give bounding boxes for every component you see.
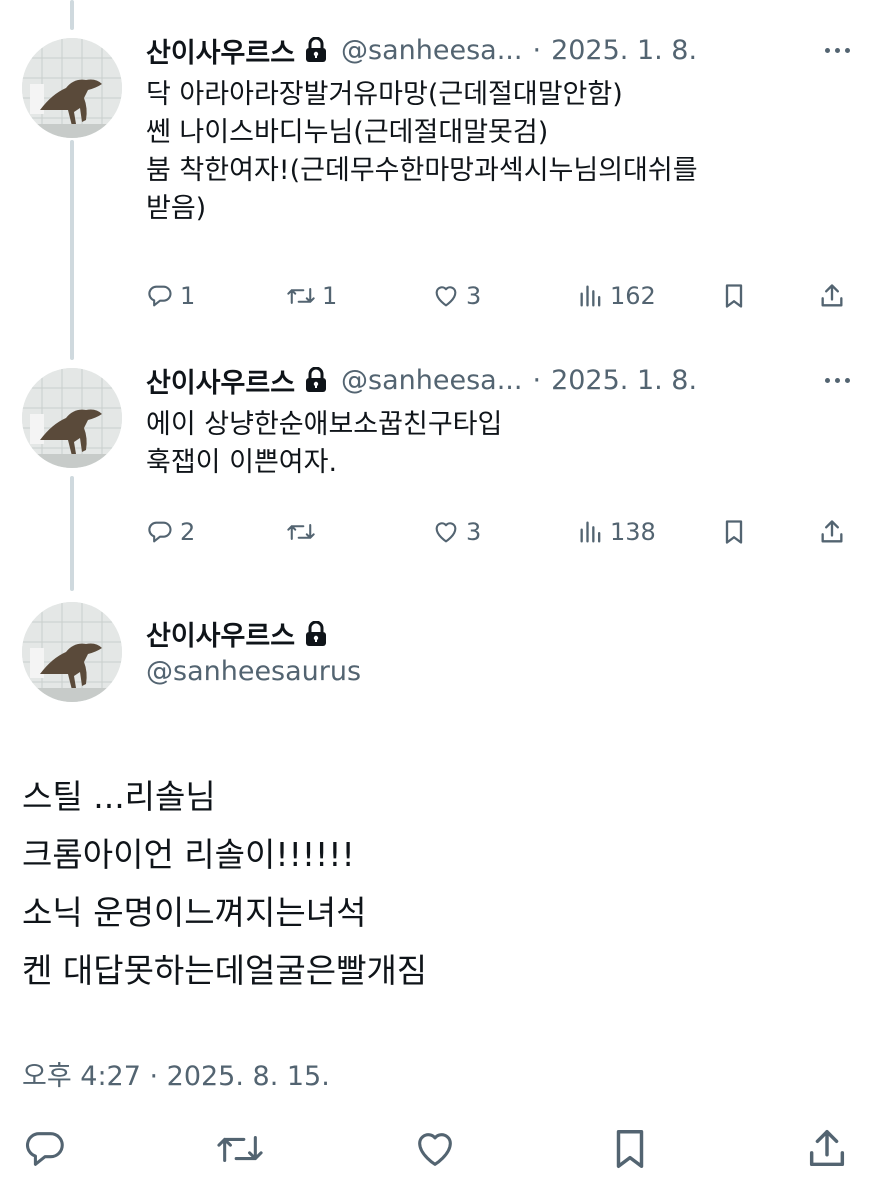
views-icon	[580, 285, 601, 307]
lock-icon	[305, 620, 327, 647]
tweet-text: 에이 상냥한순애보소꿉친구타입 훅잽이 이쁜여자.	[146, 406, 832, 482]
bookmark-icon	[725, 284, 743, 308]
like-button[interactable]: 3	[432, 282, 481, 310]
bookmark-button[interactable]	[610, 1126, 650, 1172]
display-name[interactable]: 산이사우르스	[146, 361, 295, 400]
share-button[interactable]	[818, 518, 846, 546]
share-button[interactable]	[818, 282, 846, 310]
tweet-line: 크롬아이언 리솔이!!!!!!	[22, 835, 355, 874]
avatar[interactable]	[22, 602, 122, 702]
retweet-icon	[287, 288, 315, 304]
bookmark-icon	[725, 520, 743, 544]
heart-icon	[418, 1133, 452, 1166]
share-icon	[809, 1130, 845, 1167]
tweet-line: 붐 착한여자!(근데무수한마망과섹시누님의대쉬를	[146, 155, 698, 186]
retweet-button[interactable]	[214, 1126, 266, 1172]
tweet-date[interactable]: 2025. 1. 8.	[551, 35, 697, 66]
heart-icon	[435, 286, 457, 307]
reply-icon	[148, 521, 172, 543]
tweet-line: 에이 상냥한순애보소꿉친구타입	[146, 409, 503, 440]
user-handle[interactable]: @sanheesa...	[341, 365, 522, 396]
reply-icon	[25, 1132, 64, 1166]
retweet-button[interactable]: 1	[286, 282, 337, 310]
like-button[interactable]	[412, 1126, 458, 1172]
tweet-text: 닥 아라아라장발거유마망(근데절대말안함) 쎈 나이스바디누님(근데절대말못검)…	[146, 76, 832, 228]
action-bar: 2 3 138	[146, 514, 852, 550]
views-button[interactable]: 162	[578, 282, 656, 310]
like-button[interactable]: 3	[432, 518, 481, 546]
main-action-bar	[0, 1126, 872, 1176]
view-count: 162	[610, 282, 656, 310]
reply-button[interactable]	[22, 1126, 68, 1172]
tweet-line: 켄 대답못하는데얼굴은빨개짐	[22, 951, 428, 990]
main-tweet-text: 스틸 ...리솔님 크롬아이언 리솔이!!!!!! 소닉 운명이느껴지는녀석 켄…	[22, 768, 427, 1000]
reply-count: 1	[180, 282, 196, 310]
tweet-line: 쎈 나이스바디누님(근데절대말못검)	[146, 117, 549, 148]
retweet-count: 1	[322, 282, 338, 310]
tweet-line: 받음)	[146, 193, 207, 224]
more-icon[interactable]	[825, 364, 850, 396]
tweet-header: 산이사우르스 @sanheesa... · 2025. 1. 8.	[146, 360, 872, 400]
lock-icon	[305, 37, 327, 63]
share-icon	[821, 284, 843, 307]
tweet[interactable]: 산이사우르스 @sanheesa... · 2025. 1. 8. 에이 상냥한…	[0, 360, 872, 590]
user-handle[interactable]: @sanheesaurus	[146, 656, 361, 687]
reply-icon	[148, 285, 172, 307]
separator: ·	[532, 34, 542, 66]
separator: ·	[532, 364, 542, 396]
view-count: 138	[610, 518, 656, 546]
retweet-icon	[287, 524, 315, 540]
tweet-date[interactable]: 2025. 1. 8.	[551, 365, 697, 396]
views-icon	[580, 521, 601, 543]
avatar[interactable]	[22, 38, 122, 138]
retweet-icon	[217, 1135, 263, 1163]
tweet-header: 산이사우르스 @sanheesa... · 2025. 1. 8.	[146, 30, 872, 70]
bookmark-button[interactable]	[722, 282, 746, 310]
bookmark-button[interactable]	[722, 518, 746, 546]
main-display-name: 산이사우르스	[146, 614, 327, 653]
views-button[interactable]: 138	[578, 518, 656, 546]
tweet-timestamp[interactable]: 오후 4:27 · 2025. 8. 15.	[22, 1054, 330, 1093]
more-icon[interactable]	[825, 34, 850, 66]
action-bar: 1 1 3 162	[146, 278, 852, 314]
lock-icon	[305, 367, 327, 393]
retweet-button[interactable]	[286, 518, 322, 546]
tweet[interactable]: 산이사우르스 @sanheesa... · 2025. 1. 8. 닥 아라아라…	[0, 30, 872, 360]
thread-line	[70, 0, 74, 30]
tweet-line: 닥 아라아라장발거유마망(근데절대말안함)	[146, 79, 623, 110]
reply-button[interactable]: 2	[146, 518, 195, 546]
user-handle[interactable]: @sanheesa...	[341, 35, 522, 66]
share-icon	[821, 520, 843, 543]
reply-count: 2	[180, 518, 196, 546]
display-name[interactable]: 산이사우르스	[146, 614, 295, 653]
display-name[interactable]: 산이사우르스	[146, 31, 295, 70]
tweet-line: 스틸 ...리솔님	[22, 777, 216, 816]
avatar[interactable]	[22, 368, 122, 468]
tweet-line: 훅잽이 이쁜여자.	[146, 447, 338, 478]
heart-icon	[435, 522, 457, 543]
tweet-line: 소닉 운명이느껴지는녀석	[22, 893, 367, 932]
reply-button[interactable]: 1	[146, 282, 195, 310]
like-count: 3	[466, 282, 482, 310]
share-button[interactable]	[804, 1126, 850, 1172]
like-count: 3	[466, 518, 482, 546]
bookmark-icon	[616, 1130, 644, 1168]
